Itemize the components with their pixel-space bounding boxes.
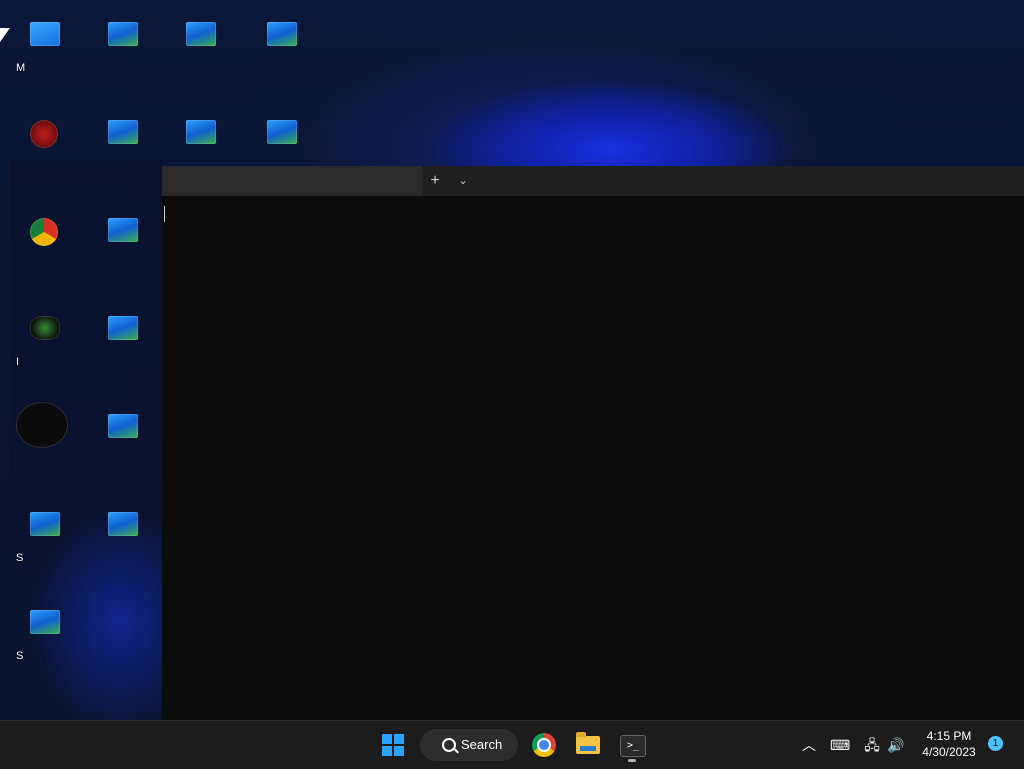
new-tab-button[interactable]: + — [424, 170, 446, 192]
file-icon — [30, 512, 60, 536]
desktop-icon-label: M — [16, 62, 26, 74]
desktop-icon-4[interactable] — [94, 108, 154, 178]
tab-dropdown-button[interactable]: ⌄ — [452, 170, 474, 192]
desktop-icon-game[interactable]: I — [16, 304, 76, 374]
file-icon — [30, 610, 60, 634]
desktop-icon-11[interactable] — [94, 500, 154, 570]
taskbar-chrome-button[interactable] — [528, 729, 560, 761]
show-hidden-icons-button[interactable]: ︿ — [799, 735, 819, 755]
notification-badge[interactable]: 1 — [988, 736, 1003, 751]
file-icon — [186, 120, 216, 144]
text-cursor — [164, 206, 165, 222]
running-indicator — [628, 759, 636, 762]
desktop-icon-7[interactable] — [94, 206, 154, 276]
mouse-pointer-icon — [0, 28, 10, 42]
desktop-icon-8[interactable] — [94, 304, 154, 374]
file-icon — [108, 414, 138, 438]
terminal-title-bar[interactable]: + ⌄ — [162, 166, 1024, 196]
taskbar-file-explorer-button[interactable] — [572, 729, 604, 761]
file-icon — [267, 120, 297, 144]
desktop-icon-label: S — [16, 650, 24, 662]
file-icon — [267, 22, 297, 46]
desktop-icon-10[interactable]: S — [16, 500, 76, 570]
terminal-window[interactable]: + ⌄ — [162, 166, 1024, 720]
desktop-icon-label: I — [16, 356, 20, 368]
clock-time: 4:15 PM — [926, 729, 972, 743]
search-icon — [442, 738, 456, 752]
terminal-icon: >_ — [620, 735, 646, 757]
search-label: Search — [461, 737, 503, 752]
file-icon — [108, 316, 138, 340]
file-icon — [108, 120, 138, 144]
file-icon — [186, 22, 216, 46]
taskbar-clock[interactable]: 4:15 PM 4/30/2023 — [914, 728, 984, 760]
network-icon[interactable]: 🖧 — [862, 735, 882, 755]
desktop-icon-chrome[interactable] — [16, 206, 76, 276]
terminal-tab[interactable] — [162, 166, 422, 196]
desktop-icon-2[interactable] — [172, 10, 232, 80]
desktop: M I S S + ⌄ — [0, 0, 1024, 730]
taskbar-terminal-button[interactable]: >_ — [616, 729, 648, 762]
desktop-icon-red-app[interactable] — [16, 108, 76, 178]
volume-icon[interactable]: 🔊 — [886, 735, 906, 755]
gamepad-icon — [30, 316, 60, 340]
desktop-icon-dark-app[interactable] — [16, 402, 76, 472]
desktop-icon-9[interactable] — [94, 402, 154, 472]
desktop-icon-label: S — [16, 552, 24, 564]
app-icon — [30, 22, 60, 46]
taskbar-search-button[interactable]: Search — [420, 729, 518, 761]
desktop-icon-12[interactable]: S — [16, 598, 76, 668]
red-icon — [30, 120, 58, 148]
desktop-icon-this-pc[interactable]: M — [16, 10, 76, 80]
keyboard-icon[interactable]: ⌨ — [830, 735, 850, 755]
windows-logo-icon — [382, 734, 404, 756]
desktop-icon-1[interactable] — [94, 10, 154, 80]
chrome-icon — [532, 733, 556, 757]
taskbar: Search >_ ︿ ⌨ 🖧 🔊 4:15 PM 4/30/2023 — [0, 720, 1024, 769]
file-icon — [108, 512, 138, 536]
chrome-icon — [30, 218, 58, 246]
file-icon — [108, 22, 138, 46]
file-icon — [108, 218, 138, 242]
dark-icon — [16, 402, 68, 448]
folder-icon — [576, 732, 600, 754]
clock-date: 4/30/2023 — [922, 745, 976, 759]
start-button[interactable] — [377, 729, 409, 761]
desktop-icon-3[interactable] — [253, 10, 313, 80]
